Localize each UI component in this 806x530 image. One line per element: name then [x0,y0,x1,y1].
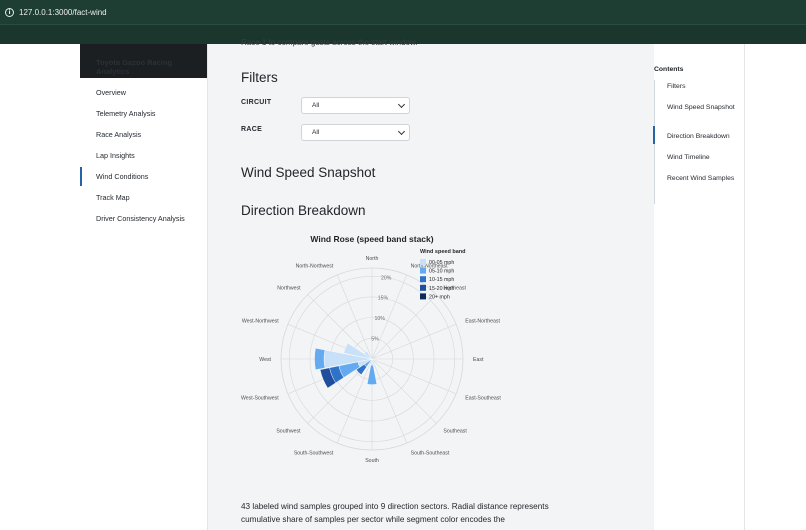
wind-rose-svg: Wind Rose (speed band stack) 5% 10% 15% 20% N… [241,234,501,464]
sidebar-item-track-map[interactable]: Track Map [80,187,207,208]
race-select-value: All [312,129,320,136]
direction-label: Northwest [277,286,301,292]
sidebar-nav: Overview Telemetry Analysis Race Analysi… [80,82,207,229]
toc-item-direction-breakdown[interactable]: Direction Breakdown [667,133,742,142]
main-content: Race 1 to compare gusts across the start… [208,38,654,530]
sidebar-item-label: Telemetry Analysis [96,109,156,118]
toc-item-filters[interactable]: Filters [667,83,742,92]
direction-label: East-Northeast [465,318,500,324]
chevron-down-icon [397,127,406,136]
circuit-select[interactable]: All [301,97,410,114]
legend-label: 10-15 mph [429,277,454,283]
angular-gridline [371,294,437,360]
angular-gridline [371,358,408,444]
sidebar-item-label: Lap Insights [96,151,135,160]
legend-label: 15-20 mph [429,286,454,292]
toc-item-recent-wind-samples[interactable]: Recent Wind Samples [667,175,742,184]
sidebar-item-driver-consistency[interactable]: Driver Consistency Analysis [80,208,207,229]
sidebar-item-label: Driver Consistency Analysis [96,214,185,223]
race-label: RACE [241,126,263,133]
sidebar-item-race-analysis[interactable]: Race Analysis [80,124,207,145]
legend-swatch [420,267,426,274]
circuit-select-value: All [312,102,320,109]
legend-label: 05-10 mph [429,269,454,275]
sidebar-item-telemetry-analysis[interactable]: Telemetry Analysis [80,103,207,124]
direction-label: South [365,458,379,464]
direction-label: North [366,256,379,262]
angular-gridline [371,358,457,395]
address-bar[interactable]: i 127.0.0.1:3000/fact-wind [0,0,806,24]
direction-label: West [259,357,271,363]
sidebar-item-label: Wind Conditions [96,172,149,181]
chart-title: Wind Rose (speed band stack) [310,234,433,244]
radial-tick-label: 5% [371,337,379,343]
wind-rose-bar [366,364,378,385]
radial-tick-label: 15% [378,296,389,302]
chevron-down-icon [397,100,406,109]
brand-block[interactable]: Toyota Gazoo Racing Analytics [80,44,207,78]
legend-swatch [420,284,426,291]
direction-label: East [473,357,484,363]
legend-swatch [420,293,426,300]
filters-heading: Filters [241,70,278,85]
direction-label: West-Southwest [241,396,279,402]
legend-swatch [420,276,426,283]
wind-speed-snapshot-heading: Wind Speed Snapshot [241,165,376,180]
angular-gridline [336,274,373,360]
wind-rose-bar [314,347,326,371]
toc-item-wind-speed-snapshot[interactable]: Wind Speed Snapshot [667,104,742,113]
sidebar-item-label: Overview [96,88,126,97]
direction-label: South-Southwest [294,450,334,456]
radial-tick-label: 10% [374,316,385,322]
sidebar-item-wind-conditions[interactable]: Wind Conditions [80,166,207,187]
sidebar-item-lap-insights[interactable]: Lap Insights [80,145,207,166]
direction-label: West-Northwest [242,318,279,324]
direction-label: North-Northwest [296,264,334,270]
angular-gridline [371,358,437,424]
brand-line-2: Analytics [96,67,130,76]
brand-line-1: Toyota Gazoo Racing [96,58,173,67]
sidebar: Toyota Gazoo Racing Analytics Overview T… [80,44,208,530]
chart-description: 43 labeled wind samples grouped into 9 d… [241,502,549,524]
sidebar-item-label: Race Analysis [96,130,142,139]
legend-title: Wind speed band [420,249,465,255]
legend-label: 00-05 mph [429,260,454,266]
circuit-label: CIRCUIT [241,99,272,106]
legend-swatch [420,259,426,265]
direction-label: Southwest [276,428,301,434]
sidebar-item-label: Track Map [96,193,130,202]
direction-breakdown-heading: Direction Breakdown [241,203,366,218]
direction-label: South-Southeast [411,450,450,456]
wind-rose-chart: Wind Rose (speed band stack) 5% 10% 15% 20% N… [241,230,541,480]
url-text[interactable]: 127.0.0.1:3000/fact-wind [19,8,107,17]
site-info-icon[interactable]: i [5,7,14,17]
toc-active-indicator [653,126,655,144]
intro-text: Race 1 to compare gusts across the start… [241,38,418,47]
toc-item-wind-timeline[interactable]: Wind Timeline [667,154,742,163]
sidebar-item-overview[interactable]: Overview [80,82,207,103]
direction-label: East-Southeast [465,396,501,402]
race-select[interactable]: All [301,124,410,141]
legend-label: 20+ mph [429,294,450,300]
direction-label: Southeast [443,428,467,434]
radial-tick-label: 20% [381,275,392,281]
angular-gridline [371,323,457,360]
toc-title: Contents [654,66,684,73]
table-of-contents: Contents Filters Wind Speed Snapshot Dir… [653,44,745,530]
